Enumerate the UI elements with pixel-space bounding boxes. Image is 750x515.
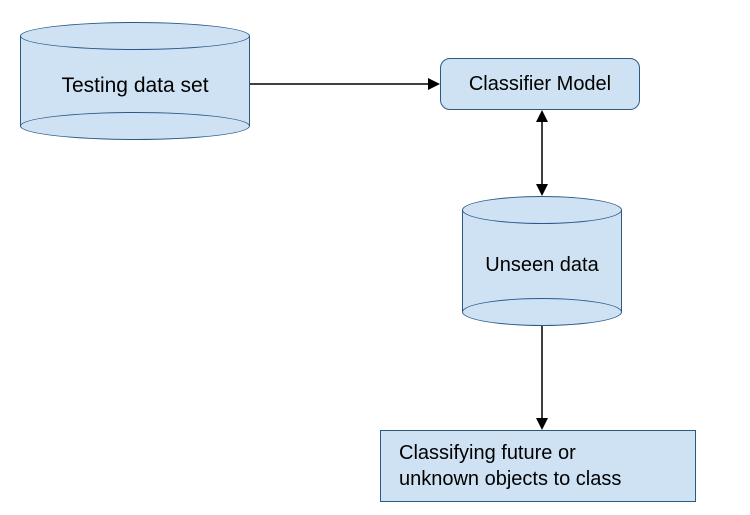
cylinder-bottom: [462, 298, 622, 326]
classify-output-line1: Classifying future or: [399, 440, 576, 466]
cylinder-bottom: [20, 112, 250, 140]
cylinder-top: [462, 196, 622, 224]
cylinder-top: [20, 22, 250, 50]
classify-output-line2: unknown objects to class: [399, 466, 621, 492]
classifier-model-box: Classifier Model: [440, 58, 640, 110]
label-text: Unseen data: [485, 254, 598, 277]
classify-output-box: Classifying future or unknown objects to…: [380, 430, 696, 502]
testing-data-cylinder: Testing data set: [20, 22, 250, 140]
testing-data-label: Testing data set: [20, 74, 250, 98]
unseen-data-label: Unseen data: [462, 254, 622, 277]
label-text: Testing data set: [61, 74, 208, 98]
arrow-unseen-to-output: [534, 326, 550, 430]
unseen-data-cylinder: Unseen data: [462, 196, 622, 326]
classifier-model-label: Classifier Model: [469, 73, 611, 96]
arrow-classifier-unseen: [534, 110, 550, 196]
arrow-testing-to-classifier: [250, 76, 440, 92]
